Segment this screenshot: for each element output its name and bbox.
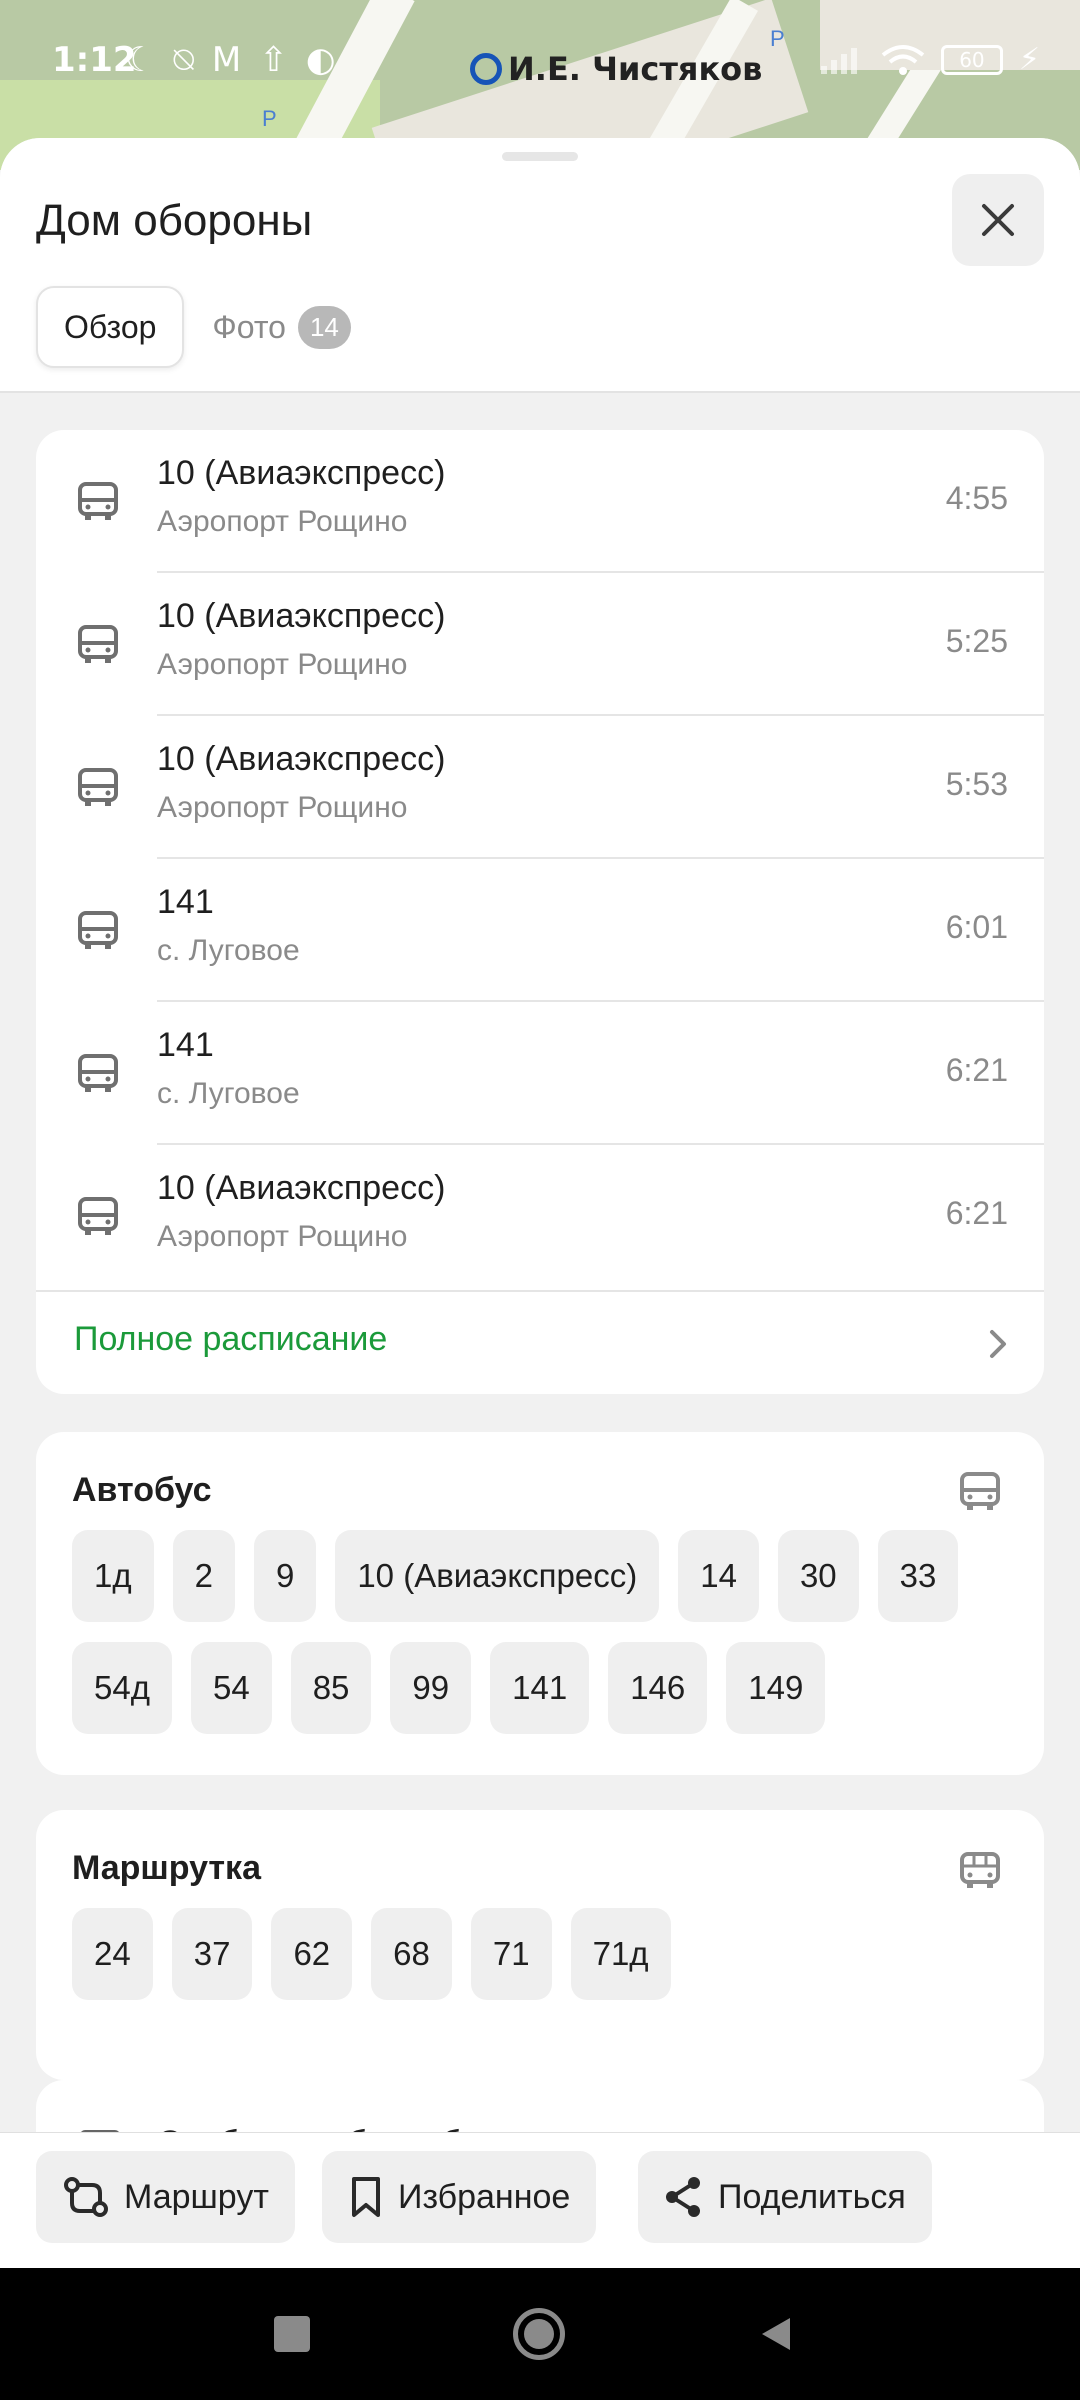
bus-icon: [960, 1472, 1000, 1510]
status-bar: 1:12 ☾ ⍉ M ⇧ ◐ И.Е. Чистяков 60 ⚡: [0, 0, 1080, 120]
route-name: 10 (Авиаэкспресс): [157, 740, 446, 778]
route-chip[interactable]: 24: [72, 1908, 153, 2000]
route-name: 10 (Авиаэкспресс): [157, 1169, 446, 1207]
schedule-row[interactable]: 10 (Авиаэкспресс) Аэропорт Рощино 5:53: [36, 716, 1044, 859]
status-notification-icons: ☾ ⍉ M ⇧ ◐: [125, 40, 335, 80]
route-chip[interactable]: 14: [678, 1530, 759, 1622]
route-chip[interactable]: 54: [190, 1642, 272, 1734]
route-chip[interactable]: 1д: [72, 1530, 154, 1622]
charging-icon: ⚡: [1018, 42, 1040, 77]
route-chip[interactable]: 33: [877, 1530, 959, 1622]
route-name: 141: [157, 1026, 214, 1064]
photo-count-badge: 14: [297, 305, 351, 349]
minibus-icon: [960, 1852, 1000, 1888]
departure-time: 6:21: [945, 1052, 1008, 1088]
mail-icon: M: [211, 40, 242, 80]
home-icon: [524, 2319, 554, 2349]
moon-icon: ☾: [125, 40, 156, 80]
route-destination: Аэропорт Рощино: [157, 505, 408, 538]
schedule-row[interactable]: 10 (Авиаэкспресс) Аэропорт Рощино 4:55: [36, 430, 1044, 573]
bus-section-title: Автобус: [72, 1471, 212, 1509]
route-chip[interactable]: 146: [608, 1642, 708, 1734]
home-button[interactable]: [513, 2308, 565, 2360]
full-schedule-label: Полное расписание: [74, 1320, 388, 1358]
back-button[interactable]: [758, 2314, 794, 2354]
metro-station-label: И.Е. Чистяков: [470, 50, 762, 88]
bus-icon: [78, 1054, 118, 1092]
route-icon: [64, 2177, 108, 2217]
route-chip[interactable]: 68: [371, 1908, 452, 2000]
tab-bar: Обзор Фото 14: [36, 286, 351, 368]
status-time: 1:12: [52, 40, 137, 80]
place-title: Дом обороны: [36, 196, 313, 245]
route-destination: Аэропорт Рощино: [157, 648, 408, 681]
schedule-row[interactable]: 141 с. Луговое 6:01: [36, 859, 1044, 1002]
close-button[interactable]: [952, 174, 1044, 266]
schedule-row[interactable]: 10 (Авиаэкспресс) Аэропорт Рощино 5:25: [36, 573, 1044, 716]
departure-time: 4:55: [945, 480, 1008, 516]
route-chip[interactable]: 54д: [72, 1642, 172, 1734]
departure-time: 6:01: [945, 909, 1008, 945]
bus-icon: [78, 625, 118, 663]
schedule-card: 10 (Авиаэкспресс) Аэропорт Рощино 4:55 1…: [36, 430, 1044, 1394]
battery-icon: 60: [940, 44, 1003, 75]
route-chip[interactable]: 9: [253, 1530, 317, 1622]
place-card-sheet: Дом обороны Обзор Фото 14 10 (Авиаэкспре…: [0, 138, 1080, 2268]
route-button[interactable]: Маршрут: [36, 2151, 295, 2243]
route-chip[interactable]: 37: [171, 1908, 253, 2000]
route-chip[interactable]: 71: [470, 1908, 552, 2000]
bookmark-icon: [352, 2177, 380, 2217]
route-name: 141: [157, 883, 214, 921]
departure-time: 6:21: [945, 1195, 1008, 1231]
minibus-route-chips: 24 37 62 68 71 71д: [72, 1908, 1008, 2000]
sheet-header: Дом обороны Обзор Фото 14: [0, 138, 1080, 393]
route-chip[interactable]: 10 (Авиаэкспресс): [335, 1530, 660, 1622]
schedule-row[interactable]: 10 (Авиаэкспресс) Аэропорт Рощино 6:21: [36, 1145, 1044, 1288]
close-icon: [982, 204, 1014, 236]
route-chip[interactable]: 71д: [570, 1908, 671, 2000]
wifi-icon: [881, 44, 925, 75]
status-system-icons: 60 ⚡: [819, 42, 1040, 77]
route-chip[interactable]: 62: [271, 1908, 353, 2000]
route-chip[interactable]: 30: [777, 1530, 859, 1622]
bus-icon: [78, 768, 118, 806]
metro-icon: [470, 53, 502, 85]
minibus-section-title: Маршрутка: [72, 1849, 261, 1887]
chevron-right-icon: [990, 1330, 1006, 1358]
share-icon: [666, 2177, 700, 2217]
minibus-routes-card: Маршрутка 24 37 62 68 71 71д: [36, 1810, 1044, 2080]
route-destination: с. Луговое: [157, 934, 300, 967]
tab-photos[interactable]: Фото 14: [212, 305, 351, 349]
favorites-button[interactable]: Избранное: [322, 2151, 597, 2243]
action-bar: Маршрут Избранное Поделиться: [0, 2132, 1080, 2268]
muted-alarm-icon: ⍉: [173, 40, 194, 80]
bus-icon: [78, 1197, 118, 1235]
upload-icon: ⇧: [259, 40, 288, 80]
route-chip[interactable]: 149: [726, 1642, 826, 1734]
route-name: 10 (Авиаэкспресс): [157, 597, 446, 635]
drag-handle[interactable]: [502, 152, 578, 161]
app-icon: ◐: [305, 40, 336, 80]
departure-time: 5:53: [945, 766, 1008, 802]
route-destination: Аэропорт Рощино: [157, 791, 408, 824]
route-chip[interactable]: 2: [172, 1530, 235, 1622]
route-chip[interactable]: 99: [390, 1642, 472, 1734]
full-schedule-link[interactable]: Полное расписание: [36, 1290, 1044, 1394]
recents-button[interactable]: [274, 2316, 310, 2352]
bus-routes-card: Автобус 1д 2 9 10 (Авиаэкспресс) 14 30 3…: [36, 1432, 1044, 1775]
bus-icon: [78, 911, 118, 949]
route-name: 10 (Авиаэкспресс): [157, 454, 446, 492]
signal-icon: [820, 47, 857, 74]
route-chip[interactable]: 141: [490, 1642, 590, 1734]
route-destination: с. Луговое: [157, 1077, 300, 1110]
system-nav-bar: [0, 2268, 1080, 2400]
departure-time: 5:25: [945, 623, 1008, 659]
bus-icon: [78, 482, 118, 520]
tab-overview[interactable]: Обзор: [36, 286, 185, 368]
bus-route-chips: 1д 2 9 10 (Авиаэкспресс) 14 30 33 54д 54…: [72, 1530, 1008, 1734]
route-destination: Аэропорт Рощино: [157, 1220, 408, 1253]
schedule-row[interactable]: 141 с. Луговое 6:21: [36, 1002, 1044, 1145]
share-button[interactable]: Поделиться: [638, 2151, 932, 2243]
route-chip[interactable]: 85: [290, 1642, 372, 1734]
